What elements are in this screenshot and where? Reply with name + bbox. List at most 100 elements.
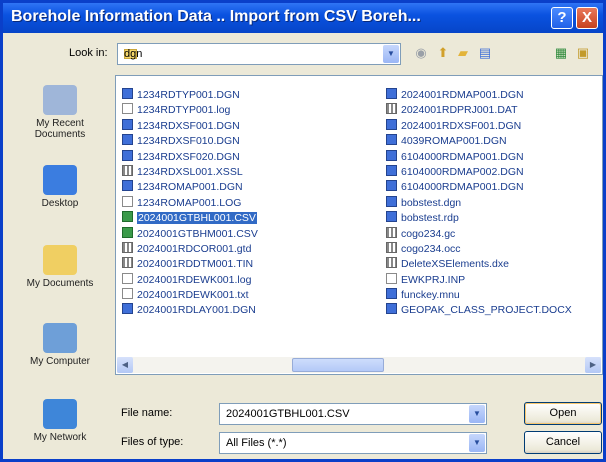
file-item[interactable]: 6104000RDMAP001.DGN — [386, 180, 572, 195]
file-item[interactable]: funckey.mnu — [386, 288, 572, 303]
file-item[interactable]: 1234RDXSF020.DGN — [122, 149, 258, 165]
place-my-network[interactable]: My Network — [11, 399, 109, 443]
place-my-documents[interactable]: My Documents — [11, 245, 109, 289]
title-bar[interactable]: Borehole Information Data .. Import from… — [3, 3, 603, 33]
file-item[interactable]: bobstest.dgn — [386, 195, 572, 211]
window-title: Borehole Information Data .. Import from… — [11, 8, 421, 25]
file-item[interactable]: 1234ROMAP001.DGN — [122, 180, 258, 195]
file-type-select[interactable]: All Files (*.*) ▼ — [219, 432, 487, 454]
file-item[interactable]: 2024001RDLAY001.DGN — [122, 303, 258, 318]
file-type-icon — [122, 180, 133, 192]
file-item[interactable]: 2024001RDEWK001.txt — [122, 288, 258, 303]
open-file-dialog: Borehole Information Data .. Import from… — [0, 0, 606, 462]
file-item[interactable]: DeleteXSElements.dxe — [386, 257, 572, 272]
desktop-icon — [43, 165, 77, 195]
scroll-thumb[interactable] — [292, 358, 384, 372]
recent-documents-icon — [43, 85, 77, 115]
file-item[interactable]: 2024001RDEWK001.log — [122, 272, 258, 288]
file-item[interactable]: 4039ROMAP001.DGN — [386, 134, 572, 149]
file-type-icon — [386, 149, 397, 161]
file-item[interactable]: 2024001RDXSF001.DGN — [386, 118, 572, 134]
file-type-icon — [122, 211, 133, 223]
scroll-left-icon[interactable]: ◀ — [117, 357, 133, 373]
file-name: bobstest.rdp — [401, 212, 459, 225]
chevron-down-icon[interactable]: ▼ — [469, 434, 485, 452]
file-item[interactable]: 2024001RDMAP001.DGN — [386, 88, 572, 103]
help-button[interactable]: ? — [551, 7, 573, 29]
file-item[interactable]: 2024001RDPRJ001.DAT — [386, 103, 572, 118]
file-item[interactable]: 1234ROMAP001.LOG — [122, 195, 258, 211]
places-bar: My Recent Documents Desktop My Documents… — [11, 75, 109, 455]
file-type-label: Files of type: — [121, 436, 184, 448]
file-type-icon — [122, 257, 133, 269]
place-my-computer[interactable]: My Computer — [11, 323, 109, 367]
horizontal-scrollbar[interactable]: ◀ ▶ — [117, 357, 601, 373]
chevron-down-icon[interactable]: ▼ — [383, 45, 399, 63]
file-item[interactable]: 1234RDTYP001.DGN — [122, 88, 258, 103]
file-item[interactable]: 1234RDXSL001.XSSL — [122, 164, 258, 180]
place-label: My Network — [33, 432, 87, 443]
file-type-icon — [122, 288, 133, 300]
file-name: 2024001RDEWK001.log — [137, 273, 252, 286]
file-item[interactable]: 2024001GTBHL001.CSV — [122, 211, 258, 226]
file-item[interactable]: 1234RDTYP001.log — [122, 103, 258, 118]
file-item[interactable]: 1234RDXSF010.DGN — [122, 134, 258, 149]
file-type-icon — [122, 134, 133, 146]
back-icon[interactable]: ◉ — [413, 45, 429, 61]
file-item[interactable]: 2024001RDCOR001.gtd — [122, 241, 258, 257]
file-column-right: 2024001RDMAP001.DGN 2024001RDPRJ001.DAT 20… — [386, 88, 572, 319]
place-recent[interactable]: My Recent Documents — [11, 85, 109, 140]
file-item[interactable]: 6104000RDMAP001.DGN — [386, 149, 572, 165]
file-name: 6104000RDMAP001.DGN — [401, 181, 524, 194]
file-name-value: 2024001GTBHL001.CSV — [226, 408, 350, 420]
file-name: funckey.mnu — [401, 289, 460, 302]
place-label: My Recent Documents — [34, 118, 86, 140]
up-folder-icon[interactable]: ⬆ — [435, 45, 451, 61]
file-item[interactable]: GEOPAK_CLASS_PROJECT.DOCX — [386, 303, 572, 318]
file-item[interactable]: 6104000RDMAP002.DGN — [386, 164, 572, 180]
file-name-input[interactable]: 2024001GTBHL001.CSV ▼ — [219, 403, 487, 425]
file-type-icon — [122, 88, 133, 99]
chevron-down-icon[interactable]: ▼ — [469, 405, 485, 423]
properties-icon[interactable]: ▣ — [575, 45, 591, 61]
file-list[interactable]: 1234RDTYP001.DGN 1234RDTYP001.log 1234RDXS… — [115, 75, 603, 375]
file-item[interactable]: cogo234.gc — [386, 226, 572, 242]
cancel-button[interactable]: Cancel — [524, 431, 602, 454]
close-button[interactable]: X — [576, 7, 598, 29]
file-type-icon — [386, 118, 397, 130]
network-icon[interactable]: ▦ — [553, 45, 569, 61]
file-item[interactable]: bobstest.rdp — [386, 211, 572, 226]
file-item[interactable]: 2024001RDDTM001.TIN — [122, 257, 258, 272]
file-type-icon — [122, 303, 133, 315]
file-name: 2024001RDEWK001.txt — [137, 289, 249, 302]
file-name: DeleteXSElements.dxe — [401, 258, 509, 271]
file-name: 1234RDTYP001.log — [137, 104, 231, 117]
file-type-icon — [386, 272, 397, 284]
file-name: EWKPRJ.INP — [401, 273, 466, 286]
file-type-icon — [386, 241, 397, 253]
file-name: GEOPAK_CLASS_PROJECT.DOCX — [401, 304, 572, 317]
open-button[interactable]: Open — [524, 402, 602, 425]
file-type-icon — [386, 134, 397, 146]
look-in-value: dgn — [124, 48, 143, 60]
my-documents-icon — [43, 245, 77, 275]
file-type-icon — [386, 103, 397, 115]
look-in-dropdown[interactable]: dgn ▼ — [117, 43, 401, 65]
file-type-icon — [386, 288, 397, 300]
file-item[interactable]: EWKPRJ.INP — [386, 272, 572, 288]
file-item[interactable]: 2024001GTBHM001.CSV — [122, 226, 258, 242]
file-type-icon — [122, 226, 133, 238]
file-type-icon — [386, 303, 397, 315]
new-folder-icon[interactable]: ▰ — [455, 45, 471, 61]
file-item[interactable]: 1234RDXSF001.DGN — [122, 118, 258, 134]
scroll-right-icon[interactable]: ▶ — [585, 357, 601, 373]
file-name: 2024001RDMAP001.DGN — [401, 89, 524, 101]
file-type-icon — [122, 195, 133, 207]
file-name: 2024001RDPRJ001.DAT — [401, 104, 518, 117]
file-name: cogo234.gc — [401, 227, 456, 240]
file-name: cogo234.occ — [401, 242, 461, 255]
view-menu-icon[interactable]: ▤ — [477, 45, 493, 61]
file-item[interactable]: cogo234.occ — [386, 241, 572, 257]
place-desktop[interactable]: Desktop — [11, 165, 109, 209]
file-type-icon — [386, 226, 397, 238]
